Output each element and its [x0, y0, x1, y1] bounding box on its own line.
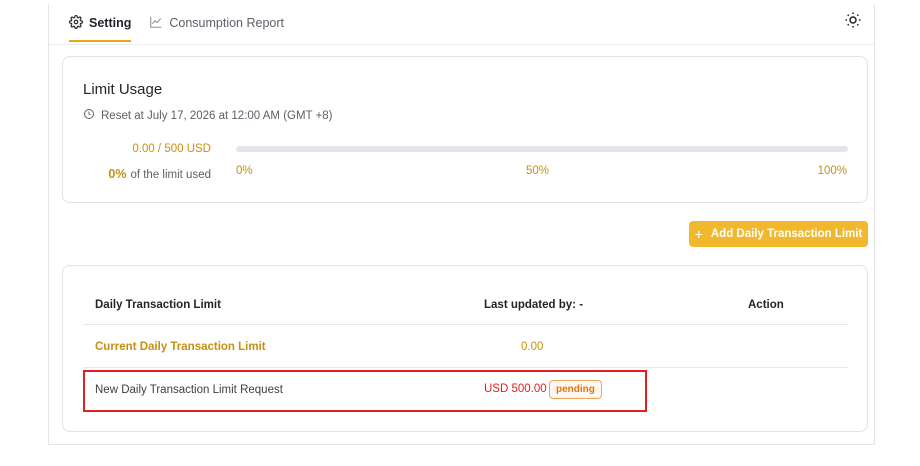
current-limit-value: 0.00 — [521, 341, 544, 353]
new-limit-request-label: New Daily Transaction Limit Request — [95, 384, 283, 396]
progress-tick-0: 0% — [236, 165, 253, 177]
tab-setting[interactable]: Setting — [69, 4, 132, 42]
chart-line-icon — [149, 15, 163, 32]
usage-progress-bar — [236, 146, 848, 152]
header-daily-transaction-limit: Daily Transaction Limit — [95, 299, 221, 311]
reset-info: Reset at July 17, 2026 at 12:00 AM (GMT … — [83, 108, 333, 123]
row-divider — [83, 324, 848, 325]
usage-amount: 0.00 / 500 USD — [132, 143, 211, 155]
sun-icon[interactable] — [844, 11, 862, 29]
progress-tick-100: 100% — [817, 165, 847, 177]
add-button-label: Add Daily Transaction Limit — [710, 228, 863, 240]
tab-bar: Setting Consumption Report — [69, 4, 302, 44]
tab-consumption-report-label: Consumption Report — [169, 16, 285, 30]
new-limit-request-value: USD 500.00 — [484, 383, 547, 395]
row-divider — [83, 367, 848, 368]
usage-percent-value: 0% — [108, 167, 127, 181]
gear-icon — [69, 14, 83, 32]
usage-percent: 0% of the limit used — [103, 167, 211, 181]
progress-tick-50: 50% — [526, 165, 550, 177]
transaction-limit-table: Daily Transaction Limit Last updated by:… — [62, 265, 868, 432]
clock-icon — [83, 108, 95, 123]
tab-setting-label: Setting — [89, 16, 132, 30]
limit-usage-card: Limit Usage Reset at July 17, 2026 at 12… — [62, 56, 868, 203]
header-action: Action — [748, 299, 784, 311]
plus-icon: + — [694, 226, 703, 242]
usage-percent-caption: of the limit used — [130, 169, 211, 181]
current-limit-label: Current Daily Transaction Limit — [95, 341, 266, 353]
limit-usage-title: Limit Usage — [83, 81, 163, 98]
tab-divider — [49, 44, 874, 45]
main-panel: Setting Consumption Report Limit Usage R… — [48, 4, 875, 445]
header-last-updated: Last updated by: - — [484, 299, 584, 311]
status-badge: pending — [549, 380, 602, 399]
reset-text: Reset at July 17, 2026 at 12:00 AM (GMT … — [101, 109, 333, 122]
tab-consumption-report[interactable]: Consumption Report — [149, 4, 284, 42]
add-daily-transaction-limit-button[interactable]: + Add Daily Transaction Limit — [689, 221, 868, 247]
